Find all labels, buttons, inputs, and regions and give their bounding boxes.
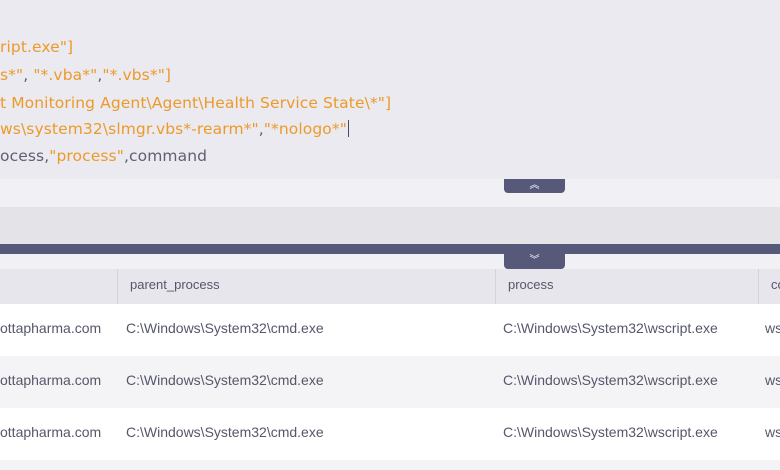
string-token: "*.vba*" — [33, 66, 98, 84]
column-header-host[interactable] — [0, 269, 117, 304]
table-row[interactable]: ottapharma.com C:\Windows\System32\cmd.e… — [0, 304, 780, 356]
column-header-parent-process[interactable]: parent_process — [117, 269, 495, 304]
column-header-command[interactable]: co — [758, 269, 780, 304]
string-token: t Monitoring Agent\Agent\Health Service … — [0, 94, 392, 112]
code-line-1: ript.exe"] — [0, 38, 73, 56]
code-token: ,command — [123, 147, 208, 165]
toolbar-band — [0, 207, 780, 244]
code-line-4: ws\system32\slmgr.vbs*-rearm*","*nologo*… — [0, 120, 349, 138]
string-token: "*nologo*" — [263, 120, 347, 138]
table-row[interactable]: ottapharma.com C:\Windows\System32\cmd.e… — [0, 356, 780, 408]
chevron-double-down-icon: ︾ — [529, 255, 540, 266]
table-row-partial[interactable] — [0, 460, 780, 470]
cell-command: ws — [765, 372, 780, 388]
code-line-5: ocess,"process",command — [0, 147, 207, 165]
column-header-process[interactable]: process — [495, 269, 758, 304]
cell-process: C:\Windows\System32\wscript.exe — [503, 424, 718, 440]
code-line-3: t Monitoring Agent\Agent\Health Service … — [0, 94, 391, 112]
expand-results-button[interactable]: ︾ — [504, 254, 565, 269]
cell-parent-process: C:\Windows\System32\cmd.exe — [126, 320, 324, 336]
text-cursor — [347, 120, 349, 137]
cell-command: ws — [765, 424, 780, 440]
cell-parent-process: C:\Windows\System32\cmd.exe — [126, 372, 324, 388]
table-row[interactable]: ottapharma.com C:\Windows\System32\cmd.e… — [0, 408, 780, 460]
cell-command: ws — [765, 320, 780, 336]
string-token: ript.exe"] — [0, 38, 74, 56]
results-header: parent_process process co — [0, 269, 780, 304]
string-token: ws\system32\slmgr.vbs*-rearm*" — [0, 120, 259, 138]
query-editor[interactable]: ript.exe"] s*", "*.vba*","*.vbs*"] t Mon… — [0, 0, 780, 179]
string-token: "*.vbs*"] — [102, 66, 172, 84]
code-token: , — [23, 66, 34, 84]
code-token: ocess, — [0, 147, 50, 165]
panel-divider[interactable] — [0, 244, 780, 254]
cell-process: C:\Windows\System32\wscript.exe — [503, 320, 718, 336]
collapse-editor-button[interactable]: ︽ — [504, 179, 565, 193]
cell-host: ottapharma.com — [0, 424, 102, 440]
cell-host: ottapharma.com — [0, 372, 102, 388]
code-line-2: s*", "*.vba*","*.vbs*"] — [0, 66, 171, 84]
string-token: s*" — [0, 66, 24, 84]
chevron-double-up-icon: ︽ — [529, 180, 540, 191]
string-token: "process" — [49, 147, 124, 165]
cell-parent-process: C:\Windows\System32\cmd.exe — [126, 424, 324, 440]
cell-host: ottapharma.com — [0, 320, 102, 336]
cell-process: C:\Windows\System32\wscript.exe — [503, 372, 718, 388]
